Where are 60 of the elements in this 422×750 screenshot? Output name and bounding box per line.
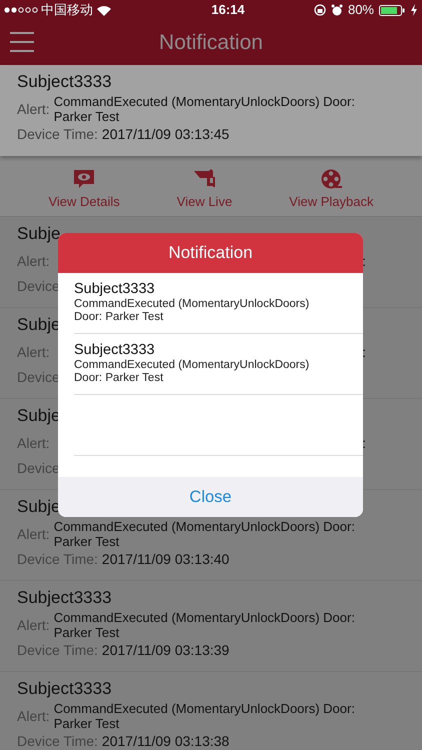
rotation-lock-icon <box>314 4 326 16</box>
action-button[interactable]: View Live <box>176 168 232 211</box>
close-button[interactable]: Close <box>58 477 363 517</box>
notification-title: Subje <box>17 405 60 427</box>
alert-text: : <box>362 434 366 452</box>
alert-label: Alert: <box>17 434 50 452</box>
dialog-item[interactable]: Subject3333 CommandExecuted (MomentaryUnlockDoors) Door: Parker Test <box>74 334 363 395</box>
dialog-item-title: Subject3333 <box>74 341 156 359</box>
carrier-name: 中国移动 <box>41 1 93 20</box>
device-time-label: Device Time: <box>17 550 98 568</box>
device-time-label: Device Time: <box>17 732 98 750</box>
action-button[interactable]: View Details <box>48 168 120 211</box>
charging-icon <box>410 4 418 16</box>
dialog-item-text: Door: Parker Test <box>74 311 164 324</box>
dialog-item-title: Subject3333 <box>74 280 156 298</box>
clock-time: 16:14 <box>211 1 245 20</box>
device-time-label: Device <box>17 458 60 478</box>
alert-label: Alert: <box>17 524 50 544</box>
device-time-value: 2017/11/09 03:13:45 <box>102 124 230 144</box>
alert-text: CommandExecuted (MomentaryUnlockDoors) Door: Parker Test <box>54 701 356 731</box>
alert-text: : <box>362 342 366 362</box>
device-time-label: Device Time: <box>17 124 98 144</box>
battery-icon <box>379 4 405 16</box>
dialog-item-text: CommandExecuted (MomentaryUnlockDoors) <box>74 359 310 372</box>
alert-text: CommandExecuted (MomentaryUnlockDoors) Door: Parker Test <box>54 610 356 640</box>
device-time-value: 2017/11/09 03:13:39 <box>102 640 230 660</box>
notification-title: Subje <box>17 223 60 245</box>
signal-icon <box>4 6 38 14</box>
alarm-icon <box>330 4 343 16</box>
device-time-value: 2017/11/09 03:13:40 <box>102 550 230 568</box>
wifi-icon <box>96 4 112 16</box>
action-button[interactable]: View Playback <box>289 168 374 211</box>
device-time-label: Device Time: <box>17 640 98 660</box>
device-time-label: Device <box>17 368 60 386</box>
film-reel-icon <box>320 168 342 188</box>
menu-icon <box>10 31 34 53</box>
notification-title: Subject3333 <box>17 678 112 700</box>
battery-percent: 80% <box>348 1 374 20</box>
dialog-item-text: Door: Parker Test <box>74 372 164 385</box>
selected-row[interactable]: Subject3333 Alert: CommandExecuted (MomentaryUnlockDoors) Door: Parker Test Device Time: 2017/11/09 03:13:45 <box>0 65 422 156</box>
alert-label: Alert: <box>17 252 50 270</box>
alert-text: CommandExecuted (MomentaryUnlockDoors) Door: Parker Test <box>54 94 356 124</box>
alert-text: CommandExecuted (MomentaryUnlockDoors) Door: Parker Test <box>54 519 356 549</box>
alert-label: Alert: <box>17 342 50 362</box>
device-time-label: Device <box>17 276 60 296</box>
dialog-item[interactable]: Subject3333 CommandExecuted (MomentaryUnlockDoors) Door: Parker Test <box>74 273 363 334</box>
alert-text: : <box>362 252 366 270</box>
alert-label: Alert: <box>17 706 50 726</box>
eye-bubble-icon <box>73 168 96 188</box>
nav-title: Notification <box>159 30 263 56</box>
notification-title: Subject3333 <box>17 587 112 609</box>
alert-label: Alert: <box>17 100 50 118</box>
camera-icon <box>193 168 216 188</box>
device-time-value: 2017/11/09 03:13:38 <box>102 732 230 750</box>
notification-title: Subje <box>17 314 60 336</box>
alert-label: Alert: <box>17 616 50 634</box>
dialog-title: Notification <box>58 233 363 273</box>
dialog-item-text: CommandExecuted (MomentaryUnlockDoors) <box>74 298 310 311</box>
notification-title: Subject3333 <box>17 71 112 93</box>
menu-button[interactable] <box>10 30 36 54</box>
